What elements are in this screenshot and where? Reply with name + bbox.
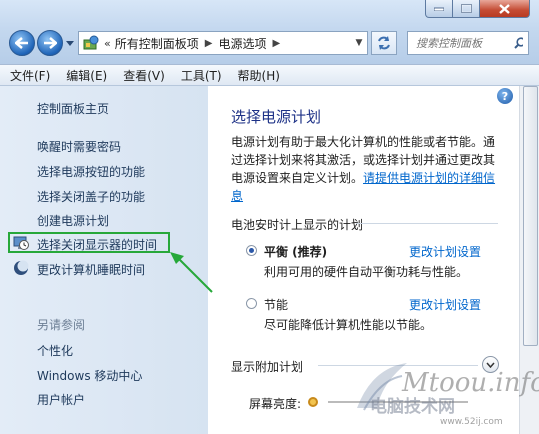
minimize-icon (434, 7, 444, 11)
search-icon[interactable] (514, 37, 523, 49)
see-also-mobility-center[interactable]: Windows 移动中心 (37, 367, 142, 384)
menu-view[interactable]: 查看(V) (123, 67, 165, 84)
plan-power-saver-radio[interactable] (246, 298, 257, 309)
address-dropdown-icon[interactable]: ▼ (351, 38, 367, 48)
plan-power-saver-name[interactable]: 节能 (264, 296, 288, 313)
plan-balanced-change-link[interactable]: 更改计划设置 (409, 243, 481, 260)
title-bar: « 所有控制面板项 ▶ 电源选项 ▶ ▼ (0, 0, 539, 64)
close-button[interactable] (480, 0, 530, 18)
watermark-text: www.52ij.com (440, 417, 503, 427)
menu-bar: 文件(F) 编辑(E) 查看(V) 工具(T) 帮助(H) (0, 64, 539, 86)
moon-sleep-icon (14, 260, 29, 275)
maximize-icon (460, 4, 472, 13)
menu-edit[interactable]: 编辑(E) (66, 67, 107, 84)
forward-button[interactable] (37, 30, 63, 56)
see-also-heading: 另请参阅 (37, 318, 86, 332)
back-button[interactable] (9, 30, 35, 56)
sidebar-item-display-off[interactable]: 选择关闭显示器的时间 (37, 236, 157, 253)
address-bar[interactable]: « 所有控制面板项 ▶ 电源选项 ▶ ▼ (78, 31, 368, 55)
plan-power-saver-change-link[interactable]: 更改计划设置 (409, 296, 481, 313)
menu-help[interactable]: 帮助(H) (238, 67, 280, 84)
see-also-user-accounts[interactable]: 用户帐户 (37, 391, 85, 408)
sidebar-item-create-plan[interactable]: 创建电源计划 (37, 212, 109, 229)
plan-balanced-radio[interactable] (246, 245, 257, 256)
scrollbar-thumb[interactable] (523, 86, 538, 346)
sidebar-item-lid-close[interactable]: 选择关闭盖子的功能 (37, 188, 145, 205)
menu-tools[interactable]: 工具(T) (181, 67, 222, 84)
task-pane: 控制面板主页 唤醒时需要密码 选择电源按钮的功能 选择关闭盖子的功能 创建电源计… (0, 86, 208, 434)
plan-balanced-desc: 利用可用的硬件自动平衡功耗与性能。 (264, 265, 469, 279)
breadcrumb-separator-icon[interactable]: ▶ (205, 38, 213, 49)
breadcrumb-separator-icon[interactable]: ▶ (272, 38, 280, 49)
sidebar-home-link[interactable]: 控制面板主页 (37, 100, 109, 117)
monitor-clock-icon (13, 236, 29, 250)
page-title: 选择电源计划 (231, 108, 322, 126)
arrow-right-icon (44, 37, 57, 49)
close-icon (499, 3, 510, 14)
arrow-left-icon (15, 37, 28, 49)
refresh-icon (378, 36, 390, 50)
plan-power-saver-desc: 尽可能降低计算机性能以节能。 (264, 318, 433, 332)
plan-balanced-name[interactable]: 平衡 (推荐) (264, 243, 327, 260)
search-input[interactable] (414, 35, 514, 51)
plans-group-label: 电池安时计上显示的计划 (231, 218, 364, 232)
watermark-text: 电脑技术网 (370, 397, 455, 417)
brightness-sun-icon (308, 397, 318, 407)
navigation-buttons (9, 30, 75, 56)
minimize-button[interactable] (425, 0, 453, 18)
maximize-button[interactable] (453, 0, 480, 18)
breadcrumb-overflow[interactable]: « (104, 37, 111, 50)
search-box[interactable] (407, 31, 529, 55)
sidebar-item-sleep-time[interactable]: 更改计算机睡眠时间 (37, 261, 145, 278)
chevron-down-icon (66, 40, 74, 46)
page-description: 电源计划有助于最大化计算机的性能或者节能。通过选择计划来将其激活，或选择计划并通… (231, 133, 499, 205)
window-controls (425, 0, 535, 20)
refresh-button[interactable] (371, 31, 397, 55)
breadcrumb-power-options[interactable]: 电源选项 (218, 35, 266, 52)
control-panel-icon (83, 35, 99, 50)
help-icon[interactable]: ? (497, 88, 513, 104)
sidebar-item-power-button[interactable]: 选择电源按钮的功能 (37, 163, 145, 180)
brightness-label: 屏幕亮度: (249, 397, 302, 411)
see-also-personalization[interactable]: 个性化 (37, 342, 73, 359)
breadcrumb-all-items[interactable]: 所有控制面板项 (115, 35, 199, 52)
sidebar-item-wake-password[interactable]: 唤醒时需要密码 (37, 138, 121, 155)
chevron-down-icon (486, 362, 495, 368)
recent-pages-dropdown[interactable] (65, 38, 75, 48)
menu-file[interactable]: 文件(F) (10, 67, 50, 84)
group-divider (356, 223, 498, 224)
show-additional-plans-label[interactable]: 显示附加计划 (231, 358, 303, 375)
